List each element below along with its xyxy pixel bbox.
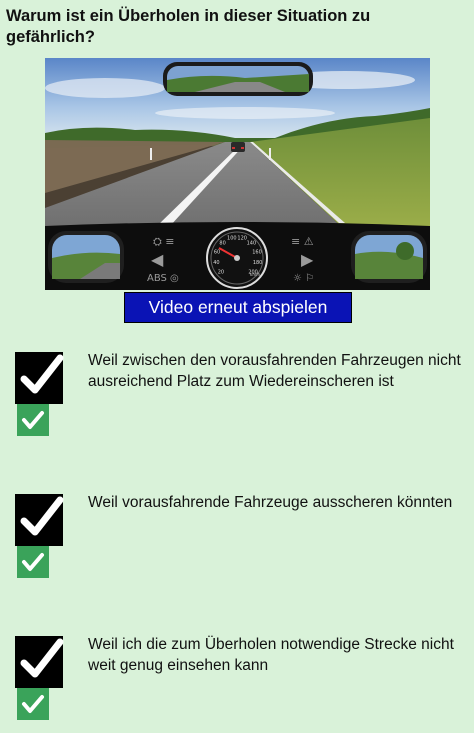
speedometer-tick-label: 180 (253, 260, 263, 266)
answer-text: Weil vorausfahrende Fahrzeuge ausscheren… (88, 494, 453, 511)
speedometer-tick-label: 140 (247, 241, 257, 247)
checkbox-checked-icon[interactable] (15, 352, 67, 404)
answer-option-3[interactable]: Weil ich die zum Überholen notwendige St… (0, 636, 474, 726)
correct-answer-icon (17, 688, 49, 720)
correct-answer-icon (17, 546, 49, 578)
question-text: Warum ist ein Überholen in dieser Situat… (6, 7, 371, 46)
svg-text:⛭ ≡: ⛭ ≡ (153, 235, 175, 248)
speedometer-tick-label: 20 (218, 270, 224, 276)
checkbox-checked-icon[interactable] (15, 636, 67, 688)
svg-text:◀: ◀ (151, 250, 164, 269)
replay-video-button[interactable]: Video erneut abspielen (124, 292, 352, 323)
svg-text:▶: ▶ (301, 250, 314, 269)
answer-text: Weil ich die zum Überholen notwendige St… (88, 636, 454, 674)
speedometer-tick-label: 60 (214, 250, 220, 256)
answer-option-1[interactable]: Weil zwischen den vorausfahrenden Fahrze… (0, 352, 474, 442)
svg-text:≡ ⚠: ≡ ⚠ (291, 235, 314, 248)
answer-text: Weil zwischen den vorausfahrenden Fahrze… (88, 352, 461, 390)
correct-answer-icon (17, 404, 49, 436)
answer-option-2[interactable]: Weil vorausfahrende Fahrzeuge ausscheren… (0, 494, 474, 584)
speedometer-tick-label: 100 (227, 236, 237, 242)
svg-text:☼ ⚐: ☼ ⚐ (293, 273, 314, 284)
speedometer-tick-label: 160 (252, 250, 262, 256)
speedometer-tick-label: 120 (237, 236, 247, 242)
speedometer-tick-label: 80 (219, 241, 225, 247)
driving-video[interactable]: ⛭ ≡ ◀ ABS ◎ ≡ ⚠ ▶ ☼ ⚐ 20 40 60 80 100 120 140 1… (45, 58, 430, 290)
svg-text:ABS ◎: ABS ◎ (147, 273, 179, 284)
driving-scene-image: ⛭ ≡ ◀ ABS ◎ ≡ ⚠ ▶ ☼ ⚐ 20 40 60 80100 120140 1… (45, 58, 430, 290)
checkbox-checked-icon[interactable] (15, 494, 67, 546)
speed-unit: km/h (250, 272, 261, 277)
speedometer-tick-label: 40 (213, 260, 219, 266)
